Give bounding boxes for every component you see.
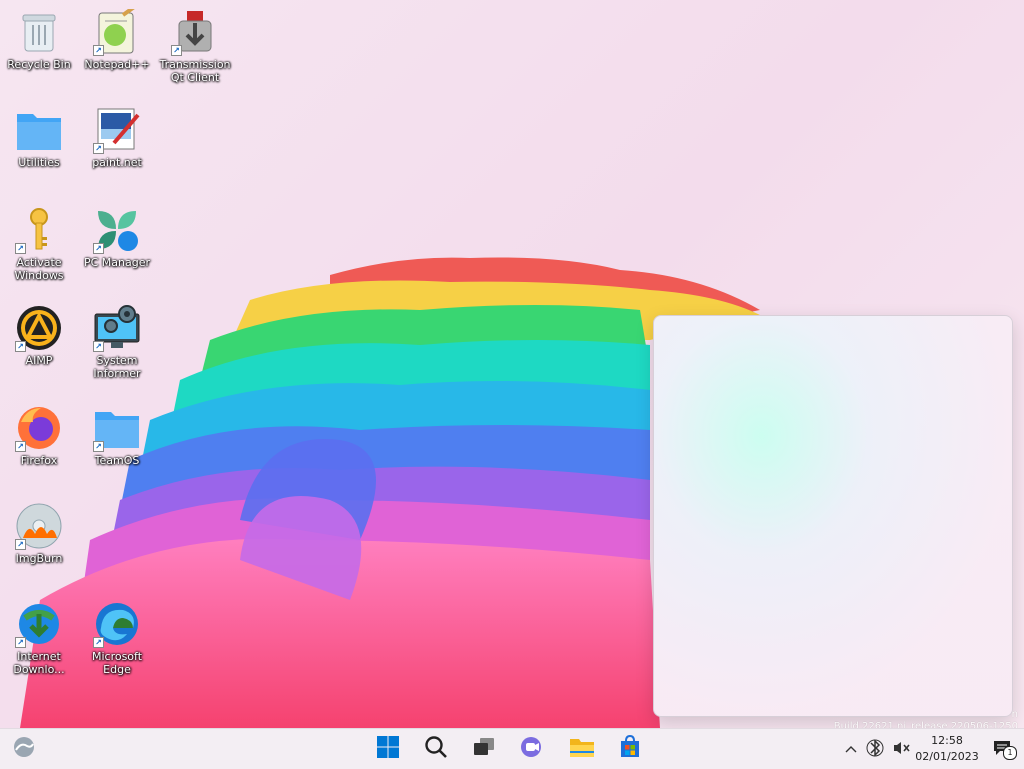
desktop-icon-imgburn[interactable]: ↗ ImgBurn bbox=[2, 502, 76, 565]
shortcut-arrow-icon: ↗ bbox=[93, 143, 104, 154]
desktop-icon-teamos[interactable]: ↗ TeamOS bbox=[80, 404, 154, 467]
aimp-icon: ↗ bbox=[15, 304, 63, 352]
shortcut-arrow-icon: ↗ bbox=[15, 341, 26, 352]
desktop-icon-label: System Informer bbox=[93, 354, 141, 380]
desktop-icon-label: TeamOS bbox=[94, 454, 140, 467]
shortcut-arrow-icon: ↗ bbox=[15, 539, 26, 550]
desktop-icon-utilities[interactable]: Utilities bbox=[2, 106, 76, 169]
bluetooth-tray-button[interactable] bbox=[864, 737, 886, 761]
folder-icon: ↗ bbox=[93, 404, 141, 452]
desktop-icon-label: Recycle Bin bbox=[7, 58, 71, 71]
desktop-icon-label: Notepad++ bbox=[84, 58, 150, 71]
desktop-icon-label: Firefox bbox=[20, 454, 58, 467]
task-view-button[interactable] bbox=[468, 733, 500, 765]
shortcut-arrow-icon: ↗ bbox=[93, 341, 104, 352]
bluetooth-icon bbox=[866, 738, 884, 761]
shortcut-arrow-icon: ↗ bbox=[15, 637, 26, 648]
widgets-icon bbox=[13, 736, 35, 762]
transmission-icon: ↗ bbox=[171, 8, 219, 56]
desktop-icon-label: Utilities bbox=[18, 156, 60, 169]
desktop-icon-aimp[interactable]: ↗ AIMP bbox=[2, 304, 76, 367]
volume-tray-button[interactable] bbox=[890, 737, 912, 761]
desktop-icon-internet-download-manager[interactable]: ↗ Internet Downlo... bbox=[2, 600, 76, 676]
shortcut-arrow-icon: ↗ bbox=[93, 441, 104, 452]
shortcut-arrow-icon: ↗ bbox=[93, 243, 104, 254]
start-icon bbox=[377, 736, 399, 762]
search-icon bbox=[424, 735, 448, 763]
show-hidden-icons-button[interactable] bbox=[840, 737, 862, 761]
desktop-icon-paint-net[interactable]: ↗ paint.net bbox=[80, 106, 154, 169]
desktop-icon-system-informer[interactable]: ↗ System Informer bbox=[80, 304, 154, 380]
chat-button[interactable] bbox=[516, 733, 548, 765]
notepad-plus-plus-icon: ↗ bbox=[93, 8, 141, 56]
shortcut-arrow-icon: ↗ bbox=[15, 243, 26, 254]
widgets-button[interactable] bbox=[8, 733, 40, 765]
imgburn-icon: ↗ bbox=[15, 502, 63, 550]
desktop-icon-label: Activate Windows bbox=[14, 256, 64, 282]
desktop-icon-activate-windows[interactable]: ↗ Activate Windows bbox=[2, 206, 76, 282]
system-informer-icon: ↗ bbox=[93, 304, 141, 352]
file-explorer-button[interactable] bbox=[566, 733, 598, 765]
shortcut-arrow-icon: ↗ bbox=[15, 441, 26, 452]
folder-icon bbox=[15, 106, 63, 154]
search-button[interactable] bbox=[420, 733, 452, 765]
store-icon bbox=[618, 734, 642, 763]
clock-date: 02/01/2023 bbox=[915, 750, 979, 763]
volume-muted-icon bbox=[892, 740, 910, 759]
edge-icon: ↗ bbox=[93, 600, 141, 648]
paint-net-icon: ↗ bbox=[93, 106, 141, 154]
watermark-line-1: n bbox=[1011, 709, 1018, 720]
clock-time: 12:58 bbox=[931, 734, 963, 747]
notification-center-button[interactable]: 1 bbox=[990, 737, 1017, 761]
notification-count-badge: 1 bbox=[1003, 746, 1017, 760]
desktop-icon-pc-manager[interactable]: ↗ PC Manager bbox=[80, 206, 154, 269]
clock[interactable]: 12:58 02/01/2023 bbox=[913, 733, 981, 765]
store-button[interactable] bbox=[614, 733, 646, 765]
desktop-icon-microsoft-edge[interactable]: ↗ Microsoft Edge bbox=[80, 600, 154, 676]
flyout-panel[interactable] bbox=[653, 315, 1013, 717]
key-icon: ↗ bbox=[15, 206, 63, 254]
shortcut-arrow-icon: ↗ bbox=[93, 45, 104, 56]
task-view-icon bbox=[472, 736, 496, 762]
start-button[interactable] bbox=[372, 733, 404, 765]
file-explorer-icon bbox=[569, 736, 595, 762]
desktop-icon-transmission[interactable]: ↗ Transmission Qt Client bbox=[158, 8, 232, 84]
firefox-icon: ↗ bbox=[15, 404, 63, 452]
shortcut-arrow-icon: ↗ bbox=[93, 637, 104, 648]
idm-icon: ↗ bbox=[15, 600, 63, 648]
desktop-icon-label: Microsoft Edge bbox=[91, 650, 143, 676]
desktop-icon-label: ImgBurn bbox=[15, 552, 63, 565]
taskbar: 12:58 02/01/2023 1 bbox=[0, 728, 1024, 769]
chat-icon bbox=[520, 735, 544, 763]
desktop-icon-firefox[interactable]: ↗ Firefox bbox=[2, 404, 76, 467]
notification-icon: 1 bbox=[993, 740, 1017, 760]
chevron-up-icon bbox=[845, 742, 857, 756]
pc-manager-icon: ↗ bbox=[93, 206, 141, 254]
desktop-icon-notepad-plus-plus[interactable]: ↗ Notepad++ bbox=[80, 8, 154, 71]
recycle-bin-icon bbox=[15, 8, 63, 56]
desktop-icon-recycle-bin[interactable]: Recycle Bin bbox=[2, 8, 76, 71]
desktop-icon-label: Transmission Qt Client bbox=[159, 58, 231, 84]
shortcut-arrow-icon: ↗ bbox=[171, 45, 182, 56]
desktop-icon-label: PC Manager bbox=[83, 256, 151, 269]
desktop-icon-label: AIMP bbox=[25, 354, 53, 367]
desktop-icon-label: paint.net bbox=[92, 156, 142, 169]
desktop-icon-label: Internet Downlo... bbox=[13, 650, 65, 676]
